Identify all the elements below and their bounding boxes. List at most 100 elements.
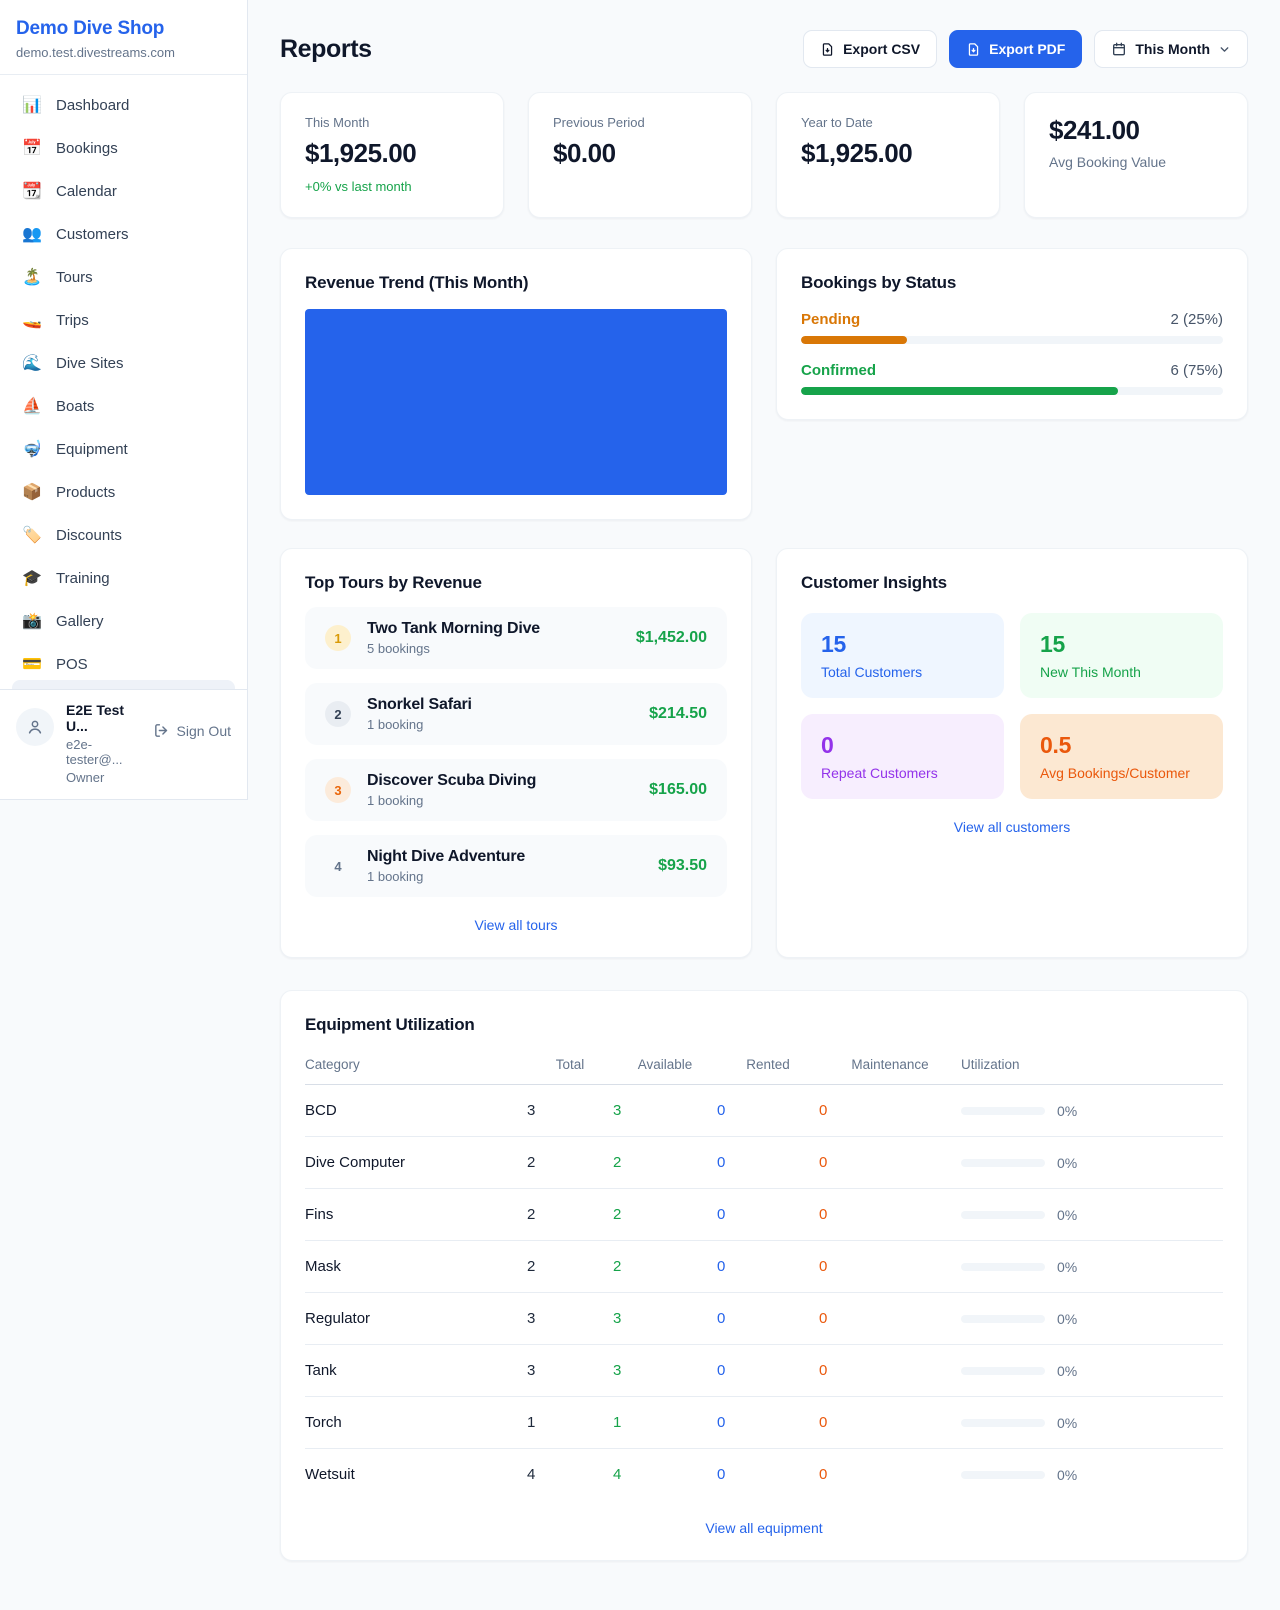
- sidebar-item-gallery[interactable]: 📸 Gallery: [12, 601, 235, 641]
- rank-badge: 1: [325, 625, 351, 651]
- sidebar-item-label: Trips: [56, 312, 89, 329]
- sidebar-item-dive-sites[interactable]: 🌊 Dive Sites: [12, 343, 235, 383]
- tile-value: 0: [821, 732, 984, 759]
- logout-icon: [153, 722, 170, 739]
- island-icon: 🏝️: [22, 267, 42, 287]
- view-all-equipment-link[interactable]: View all equipment: [305, 1520, 1223, 1536]
- stat-label: Year to Date: [801, 115, 975, 130]
- sidebar-item-label: Discounts: [56, 527, 122, 544]
- file-download-icon: [966, 42, 981, 57]
- person-icon: [25, 717, 45, 737]
- page-title: Reports: [280, 35, 372, 64]
- available-cell: 2: [613, 1258, 717, 1275]
- user-role: Owner: [66, 770, 141, 785]
- package-icon: 📦: [22, 482, 42, 502]
- user-name: E2E Test U...: [66, 702, 141, 734]
- shop-name: Demo Dive Shop: [16, 18, 231, 40]
- export-pdf-label: Export PDF: [989, 41, 1065, 57]
- tile-new-this-month: 15 New This Month: [1020, 613, 1223, 698]
- maintenance-cell: 0: [819, 1258, 961, 1275]
- available-cell: 4: [613, 1466, 717, 1483]
- stat-label: Previous Period: [553, 115, 727, 130]
- sidebar-item-trips[interactable]: 🚤 Trips: [12, 300, 235, 340]
- sidebar-item-bookings[interactable]: 📅 Bookings: [12, 128, 235, 168]
- tour-bookings: 5 bookings: [367, 641, 620, 656]
- wave-icon: 🌊: [22, 353, 42, 373]
- total-cell: 2: [527, 1154, 613, 1171]
- view-all-customers-link[interactable]: View all customers: [801, 819, 1223, 835]
- tile-label: Repeat Customers: [821, 765, 984, 781]
- table-row: Dive Computer 2 2 0 0 0%: [305, 1137, 1223, 1189]
- available-cell: 1: [613, 1414, 717, 1431]
- column-header-rented: Rented: [717, 1057, 819, 1072]
- sidebar-nav: 📊 Dashboard 📅 Bookings 📆 Calendar 👥 Cust…: [0, 75, 247, 689]
- table-row: Mask 2 2 0 0 0%: [305, 1241, 1223, 1293]
- bookings-by-status-title: Bookings by Status: [801, 273, 1223, 293]
- tour-row: 2 Snorkel Safari 1 booking $214.50: [305, 683, 727, 745]
- progress-track: [801, 336, 1223, 344]
- maintenance-cell: 0: [819, 1206, 961, 1223]
- rented-cell: 0: [717, 1102, 819, 1119]
- sidebar-item-equipment[interactable]: 🤿 Equipment: [12, 429, 235, 469]
- tile-label: Total Customers: [821, 664, 984, 680]
- sidebar-item-reports-partial[interactable]: [12, 680, 235, 689]
- utilization-cell: 0%: [961, 1207, 1223, 1223]
- total-cell: 3: [527, 1102, 613, 1119]
- sidebar-item-label: Tours: [56, 269, 93, 286]
- sign-out-button[interactable]: Sign Out: [153, 722, 231, 739]
- utilization-track: [961, 1471, 1045, 1479]
- utilization-text: 0%: [1057, 1259, 1077, 1275]
- rented-cell: 0: [717, 1310, 819, 1327]
- tile-value: 15: [821, 631, 984, 658]
- sidebar-item-products[interactable]: 📦 Products: [12, 472, 235, 512]
- customer-insights-card: Customer Insights 15 Total Customers 15 …: [776, 548, 1248, 958]
- sailboat-icon: ⛵: [22, 396, 42, 416]
- available-cell: 2: [613, 1206, 717, 1223]
- view-all-tours-link[interactable]: View all tours: [305, 917, 727, 933]
- table-row: Wetsuit 4 4 0 0 0%: [305, 1449, 1223, 1500]
- status-count: 6 (75%): [1170, 362, 1223, 379]
- revenue-trend-title: Revenue Trend (This Month): [305, 273, 727, 293]
- table-row: Fins 2 2 0 0 0%: [305, 1189, 1223, 1241]
- sidebar-item-boats[interactable]: ⛵ Boats: [12, 386, 235, 426]
- sidebar-item-tours[interactable]: 🏝️ Tours: [12, 257, 235, 297]
- export-pdf-button[interactable]: Export PDF: [949, 30, 1082, 68]
- sidebar-item-discounts[interactable]: 🏷️ Discounts: [12, 515, 235, 555]
- sidebar-item-label: Boats: [56, 398, 94, 415]
- avatar: [16, 708, 54, 746]
- utilization-track: [961, 1263, 1045, 1271]
- tour-bookings: 1 booking: [367, 793, 633, 808]
- customer-insights-title: Customer Insights: [801, 573, 1223, 593]
- sidebar-user-footer: E2E Test U... e2e-tester@... Owner Sign …: [0, 689, 247, 799]
- progress-fill-confirmed: [801, 387, 1118, 395]
- total-cell: 4: [527, 1466, 613, 1483]
- tour-row: 1 Two Tank Morning Dive 5 bookings $1,45…: [305, 607, 727, 669]
- tour-revenue: $93.50: [658, 857, 707, 875]
- table-row: BCD 3 3 0 0 0%: [305, 1085, 1223, 1137]
- category-cell: Torch: [305, 1414, 527, 1431]
- credit-card-icon: 💳: [22, 654, 42, 674]
- category-cell: Wetsuit: [305, 1466, 527, 1483]
- sidebar-header: Demo Dive Shop demo.test.divestreams.com: [0, 0, 247, 75]
- utilization-text: 0%: [1057, 1311, 1077, 1327]
- sidebar-item-calendar[interactable]: 📆 Calendar: [12, 171, 235, 211]
- sidebar-item-dashboard[interactable]: 📊 Dashboard: [12, 85, 235, 125]
- utilization-cell: 0%: [961, 1155, 1223, 1171]
- calendar-icon: [1111, 41, 1127, 57]
- rank-badge: 4: [325, 853, 351, 879]
- sidebar-item-pos[interactable]: 💳 POS: [12, 644, 235, 684]
- export-csv-button[interactable]: Export CSV: [803, 30, 937, 68]
- rented-cell: 0: [717, 1362, 819, 1379]
- utilization-cell: 0%: [961, 1467, 1223, 1483]
- sidebar-item-label: Calendar: [56, 183, 117, 200]
- stat-value: $1,925.00: [801, 138, 975, 169]
- tour-revenue: $214.50: [649, 705, 707, 723]
- status-count: 2 (25%): [1170, 311, 1223, 328]
- sidebar-item-training[interactable]: 🎓 Training: [12, 558, 235, 598]
- maintenance-cell: 0: [819, 1414, 961, 1431]
- export-csv-label: Export CSV: [843, 41, 920, 57]
- sidebar-item-customers[interactable]: 👥 Customers: [12, 214, 235, 254]
- maintenance-cell: 0: [819, 1154, 961, 1171]
- stat-delta: +0% vs last month: [305, 179, 479, 194]
- period-dropdown[interactable]: This Month: [1094, 30, 1248, 68]
